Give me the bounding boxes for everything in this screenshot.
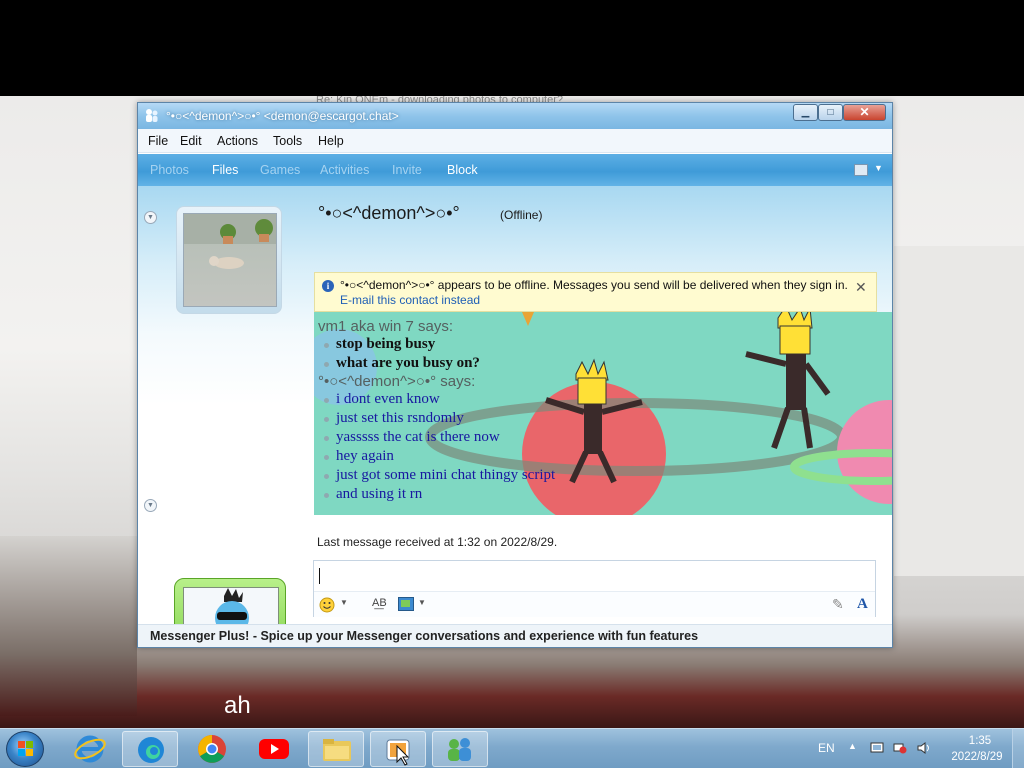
background-wall-left xyxy=(0,536,137,716)
sender-line: °•○<^demon^>○•° says: xyxy=(318,373,476,390)
message-line: hey again xyxy=(318,447,718,466)
clock-time[interactable]: 1:35 xyxy=(960,735,1000,747)
action-center-icon[interactable] xyxy=(870,742,884,754)
toolbar-files[interactable]: Files xyxy=(212,163,238,177)
show-desktop-button[interactable] xyxy=(1012,729,1024,768)
toolbar-games: Games xyxy=(260,163,301,177)
menu-actions[interactable]: Actions xyxy=(217,134,258,148)
toolbar-invite: Invite xyxy=(392,163,422,177)
title-bar[interactable]: °•○<^demon^>○•° <demon@escargot.chat> ▁ … xyxy=(138,103,892,129)
smiley-icon[interactable] xyxy=(319,597,335,613)
start-button[interactable] xyxy=(6,731,44,767)
compose-toolbar: ▼ A͟B ▼ ✎ A xyxy=(314,591,875,617)
chevron-down-icon[interactable]: ▼ xyxy=(418,598,426,607)
toolbar: Photos Files Games Activities Invite Blo… xyxy=(138,154,892,186)
taskbar: EN ▲ 1:35 2022/8/29 xyxy=(0,728,1024,768)
menu-tools[interactable]: Tools xyxy=(273,134,302,148)
messenger-taskbar-button[interactable] xyxy=(432,731,488,767)
menu-help[interactable]: Help xyxy=(318,134,344,148)
image-icon[interactable] xyxy=(398,597,414,611)
chrome-taskbar-button[interactable] xyxy=(184,731,240,767)
toolbar-photos: Photos xyxy=(150,163,189,177)
edge-taskbar-button[interactable] xyxy=(122,731,178,767)
video-subtitle: ah xyxy=(224,692,251,719)
message-line: stop being busy xyxy=(318,335,718,354)
chevron-up-icon[interactable]: ▲ xyxy=(848,741,857,751)
contact-status: (Offline) xyxy=(500,208,543,222)
collapse-my-picture-icon[interactable]: ▼ xyxy=(144,499,157,512)
contact-display-picture[interactable] xyxy=(176,206,282,314)
messenger-plus-ad[interactable]: Messenger Plus! - Spice up your Messenge… xyxy=(150,629,698,643)
chrome-icon xyxy=(198,735,226,763)
menu-edit[interactable]: Edit xyxy=(180,134,202,148)
message-line: and using it rn xyxy=(318,485,718,504)
message-line: just got some mini chat thingy script xyxy=(318,466,718,485)
message-line: yasssss the cat is there now xyxy=(318,428,718,447)
message-line: just set this rsndomly xyxy=(318,409,718,428)
offline-info-bar: i °•○<^demon^>○•° appears to be offline.… xyxy=(314,272,877,312)
message-line: i dont even know xyxy=(318,390,718,409)
paint-icon xyxy=(386,739,410,766)
message-list: vm1 aka win 7 says: stop being busy what a… xyxy=(318,318,718,504)
edge-icon xyxy=(138,737,164,763)
youtube-icon xyxy=(259,739,289,759)
chevron-down-icon[interactable]: ▼ xyxy=(340,598,348,607)
offline-message-text: °•○<^demon^>○•° appears to be offline. M… xyxy=(340,278,848,292)
toolbar-activities: Activities xyxy=(320,163,370,177)
share-icon[interactable] xyxy=(854,164,868,176)
info-icon: i xyxy=(322,280,334,292)
last-received-text: Last message received at 1:32 on 2022/8/… xyxy=(317,535,558,549)
internet-explorer-taskbar-button[interactable] xyxy=(62,731,118,767)
windows-logo-icon xyxy=(18,741,33,756)
chat-history: vm1 aka win 7 says: stop being busy what a… xyxy=(314,312,892,515)
handwriting-icon[interactable]: ✎ xyxy=(832,596,844,613)
contact-display-name: °•○<^demon^>○•° xyxy=(318,203,460,223)
messenger-buddy-icon xyxy=(448,738,471,761)
minimize-button[interactable]: ▁ xyxy=(793,104,818,121)
cat-photo-icon xyxy=(184,214,276,269)
background-wall xyxy=(894,246,1024,576)
status-bar: Messenger Plus! - Spice up your Messenge… xyxy=(138,624,892,647)
internet-explorer-icon xyxy=(74,735,106,763)
compose-box[interactable]: ▼ A͟B ▼ ✎ A xyxy=(313,560,876,617)
font-icon[interactable]: A xyxy=(857,596,868,613)
email-contact-link[interactable]: E-mail this contact instead xyxy=(340,293,480,307)
text-caret xyxy=(319,568,320,584)
messenger-buddy-icon xyxy=(146,109,158,122)
sender-line: vm1 aka win 7 says: xyxy=(318,318,454,335)
menu-file[interactable]: File xyxy=(148,134,168,148)
maximize-button[interactable]: □ xyxy=(818,104,843,121)
spellcheck-icon[interactable]: A͟B xyxy=(372,597,387,609)
info-message: °•○<^demon^>○•° appears to be offline. M… xyxy=(340,278,850,308)
toolbar-block[interactable]: Block xyxy=(447,163,478,177)
paint-taskbar-button[interactable] xyxy=(370,731,426,767)
youtube-taskbar-button[interactable] xyxy=(246,731,302,767)
volume-icon[interactable] xyxy=(917,742,931,754)
explorer-taskbar-button[interactable] xyxy=(308,731,364,767)
close-icon[interactable]: ✕ xyxy=(855,279,867,296)
language-indicator[interactable]: EN xyxy=(818,741,835,755)
contact-photo xyxy=(183,213,277,307)
folder-icon xyxy=(323,739,351,761)
close-button[interactable]: ✕ xyxy=(843,104,886,121)
menu-bar: File Edit Actions Tools Help xyxy=(138,129,892,153)
network-icon[interactable] xyxy=(893,742,907,754)
window-title: °•○<^demon^>○•° <demon@escargot.chat> xyxy=(166,109,399,123)
chevron-down-icon[interactable]: ▼ xyxy=(874,163,883,173)
collapse-contact-picture-icon[interactable]: ▼ xyxy=(144,211,157,224)
message-line: what are you busy on? xyxy=(318,354,718,373)
clock-date[interactable]: 2022/8/29 xyxy=(942,751,1012,763)
